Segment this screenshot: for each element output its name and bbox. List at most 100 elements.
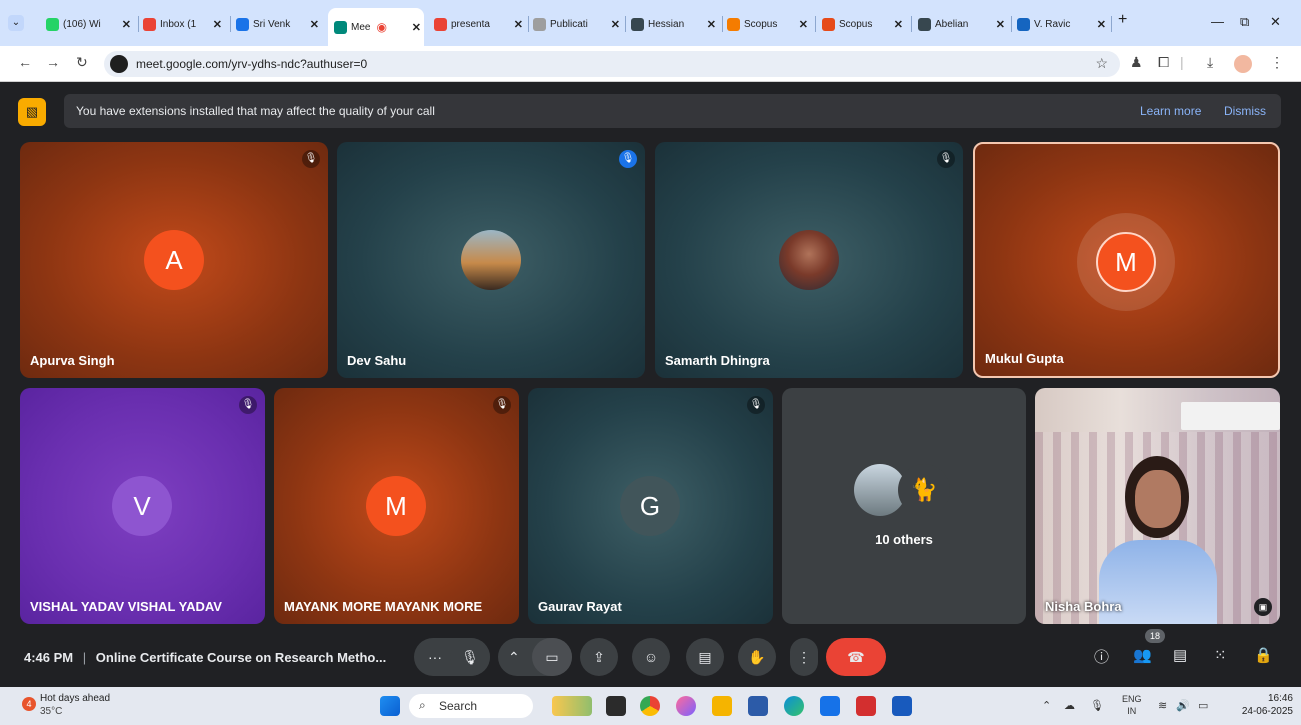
download-icon[interactable]: ⤓: [1207, 54, 1213, 71]
weather-title[interactable]: Hot days ahead: [40, 693, 110, 704]
participant-tile-dev[interactable]: 🎙︎ Dev Sahu: [337, 142, 645, 378]
more-options-icon[interactable]: ⋮: [790, 638, 818, 676]
tab-presentation[interactable]: presenta ✕: [434, 13, 526, 35]
captions-icon[interactable]: ▤: [686, 638, 724, 676]
avatar: M: [366, 476, 426, 536]
tab-search-icon[interactable]: ⌄: [8, 15, 24, 31]
host-controls-icon[interactable]: 🔒: [1254, 646, 1273, 664]
weather-icon[interactable]: 4: [22, 697, 36, 711]
meeting-title: Online Certificate Course on Research Me…: [95, 650, 387, 665]
edge-icon[interactable]: [784, 696, 804, 716]
restore-icon[interactable]: ⧉: [1240, 14, 1249, 30]
copilot-icon[interactable]: [676, 696, 696, 716]
task-view-icon[interactable]: [606, 696, 626, 716]
tab-abelian[interactable]: Abelian ✕: [918, 13, 1008, 35]
mic-off-icon: 🎙︎: [747, 396, 765, 414]
camera-icon[interactable]: ▭: [532, 638, 572, 676]
acrobat-icon[interactable]: [856, 696, 876, 716]
mic-toggle-icon[interactable]: 🎙︎: [450, 638, 490, 676]
close-icon[interactable]: ✕: [796, 18, 811, 31]
browser-menu-icon[interactable]: ⋮: [1270, 54, 1284, 71]
close-icon[interactable]: ✕: [511, 18, 526, 31]
close-icon[interactable]: ✕: [307, 18, 322, 31]
close-icon[interactable]: ✕: [1094, 18, 1109, 31]
close-icon[interactable]: ✕: [993, 18, 1008, 31]
participant-tile-mukul-speaking[interactable]: M Mukul Gupta: [973, 142, 1280, 378]
mic-off-icon: 🎙︎: [239, 396, 257, 414]
chat-icon[interactable]: ▤: [1173, 646, 1187, 664]
participant-tile-nisha-video[interactable]: Nisha Bohra ▣: [1035, 388, 1280, 624]
url-text[interactable]: meet.google.com/yrv-ydhs-ndc?authuser=0: [136, 57, 367, 71]
battery-icon[interactable]: ▭: [1198, 699, 1208, 712]
start-windows-icon[interactable]: [380, 696, 400, 716]
chevron-up-icon[interactable]: ⌃: [1042, 699, 1051, 712]
tab-label: Mee: [351, 21, 371, 33]
bookmark-star-icon[interactable]: ☆: [1095, 55, 1108, 72]
taskbar-search[interactable]: ⌕ Search: [409, 694, 533, 718]
tab-meet-active[interactable]: Mee ◉ ✕: [328, 8, 424, 46]
learn-more-link[interactable]: Learn more: [1140, 104, 1201, 118]
meeting-details-icon[interactable]: ⓘ: [1094, 646, 1109, 667]
chrome-icon[interactable]: [640, 696, 660, 716]
others-tile[interactable]: 🐈 10 others: [782, 388, 1026, 624]
pin-icon[interactable]: ▣: [1254, 598, 1272, 616]
close-icon[interactable]: ✕: [704, 18, 719, 31]
system-clock[interactable]: 16:46 24-06-2025: [1242, 692, 1293, 718]
forward-icon[interactable]: →: [46, 54, 60, 70]
participant-tile-apurva[interactable]: A 🎙︎ Apurva Singh: [20, 142, 328, 378]
mic-tray-icon[interactable]: 🎙︎: [1090, 699, 1104, 712]
tab-gmail-inbox[interactable]: Inbox (1 ✕: [143, 13, 225, 35]
language-indicator[interactable]: ENG IN: [1122, 693, 1142, 717]
dismiss-button[interactable]: Dismiss: [1224, 104, 1266, 118]
mic-off-icon: 🎙︎: [937, 150, 955, 168]
chevron-up-icon[interactable]: ⌃: [508, 649, 520, 666]
tab-scopus-1[interactable]: Scopus ✕: [727, 13, 811, 35]
site-info-icon[interactable]: [110, 55, 128, 73]
close-icon[interactable]: ✕: [210, 18, 225, 31]
wifi-icon[interactable]: ≋: [1158, 699, 1167, 712]
volume-icon[interactable]: 🔊: [1176, 699, 1190, 712]
audio-options-icon[interactable]: ···: [428, 649, 442, 665]
activities-icon[interactable]: ⁙: [1214, 646, 1227, 664]
word-icon[interactable]: [892, 696, 912, 716]
participant-tile-mayank[interactable]: M 🎙︎ MAYANK MORE MAYANK MORE: [274, 388, 519, 624]
tab-label: Scopus: [839, 18, 873, 30]
people-icon[interactable]: 👥: [1133, 646, 1152, 664]
tab-v-ravic[interactable]: V. Ravic ✕: [1017, 13, 1109, 35]
extension-icon[interactable]: ♟: [1130, 54, 1143, 71]
file-explorer-icon[interactable]: [712, 696, 732, 716]
close-icon[interactable]: ✕: [608, 18, 623, 31]
tab-scopus-2[interactable]: Scopus ✕: [822, 13, 906, 35]
participant-tile-vishal[interactable]: V 🎙︎ VISHAL YADAV VISHAL YADAV: [20, 388, 265, 624]
widgets-icon[interactable]: [552, 696, 592, 716]
tab-hessian[interactable]: Hessian ✕: [631, 13, 719, 35]
reload-icon[interactable]: ↻: [76, 54, 88, 71]
tab-label: Sri Venk: [253, 18, 291, 30]
emoji-icon[interactable]: ☺: [632, 638, 670, 676]
participant-tile-samarth[interactable]: 🎙︎ Samarth Dhingra: [655, 142, 963, 378]
raise-hand-icon[interactable]: ✋: [738, 638, 776, 676]
new-tab-button[interactable]: +: [1118, 11, 1127, 29]
close-icon[interactable]: ✕: [891, 18, 906, 31]
tab-publications[interactable]: Publicati ✕: [533, 13, 623, 35]
tab-sri-venk[interactable]: Sri Venk ✕: [236, 13, 322, 35]
close-icon[interactable]: ✕: [119, 18, 134, 31]
profile-avatar[interactable]: [1234, 55, 1252, 73]
store-icon[interactable]: [748, 696, 768, 716]
tab-label: Hessian: [648, 18, 685, 30]
close-window-icon[interactable]: ✕: [1270, 14, 1281, 30]
cloud-icon[interactable]: ☁: [1064, 699, 1075, 712]
audio-control-group: ··· 🎙︎: [414, 638, 490, 676]
back-icon[interactable]: ←: [18, 54, 32, 70]
extensions-puzzle-icon[interactable]: ⧠: [1158, 54, 1169, 71]
address-bar[interactable]: meet.google.com/yrv-ydhs-ndc?authuser=0 …: [104, 51, 1120, 77]
app-icon[interactable]: [820, 696, 840, 716]
minimize-icon[interactable]: —: [1211, 14, 1224, 29]
end-call-icon[interactable]: ☎: [826, 638, 886, 676]
close-icon[interactable]: ✕: [409, 21, 424, 34]
participant-tile-gaurav[interactable]: G 🎙︎ Gaurav Rayat: [528, 388, 773, 624]
tab-whatsapp[interactable]: (106) Wi ✕: [46, 13, 134, 35]
participant-name: VISHAL YADAV VISHAL YADAV: [30, 599, 222, 614]
present-icon[interactable]: ⇪: [580, 638, 618, 676]
avatar: V: [112, 476, 172, 536]
